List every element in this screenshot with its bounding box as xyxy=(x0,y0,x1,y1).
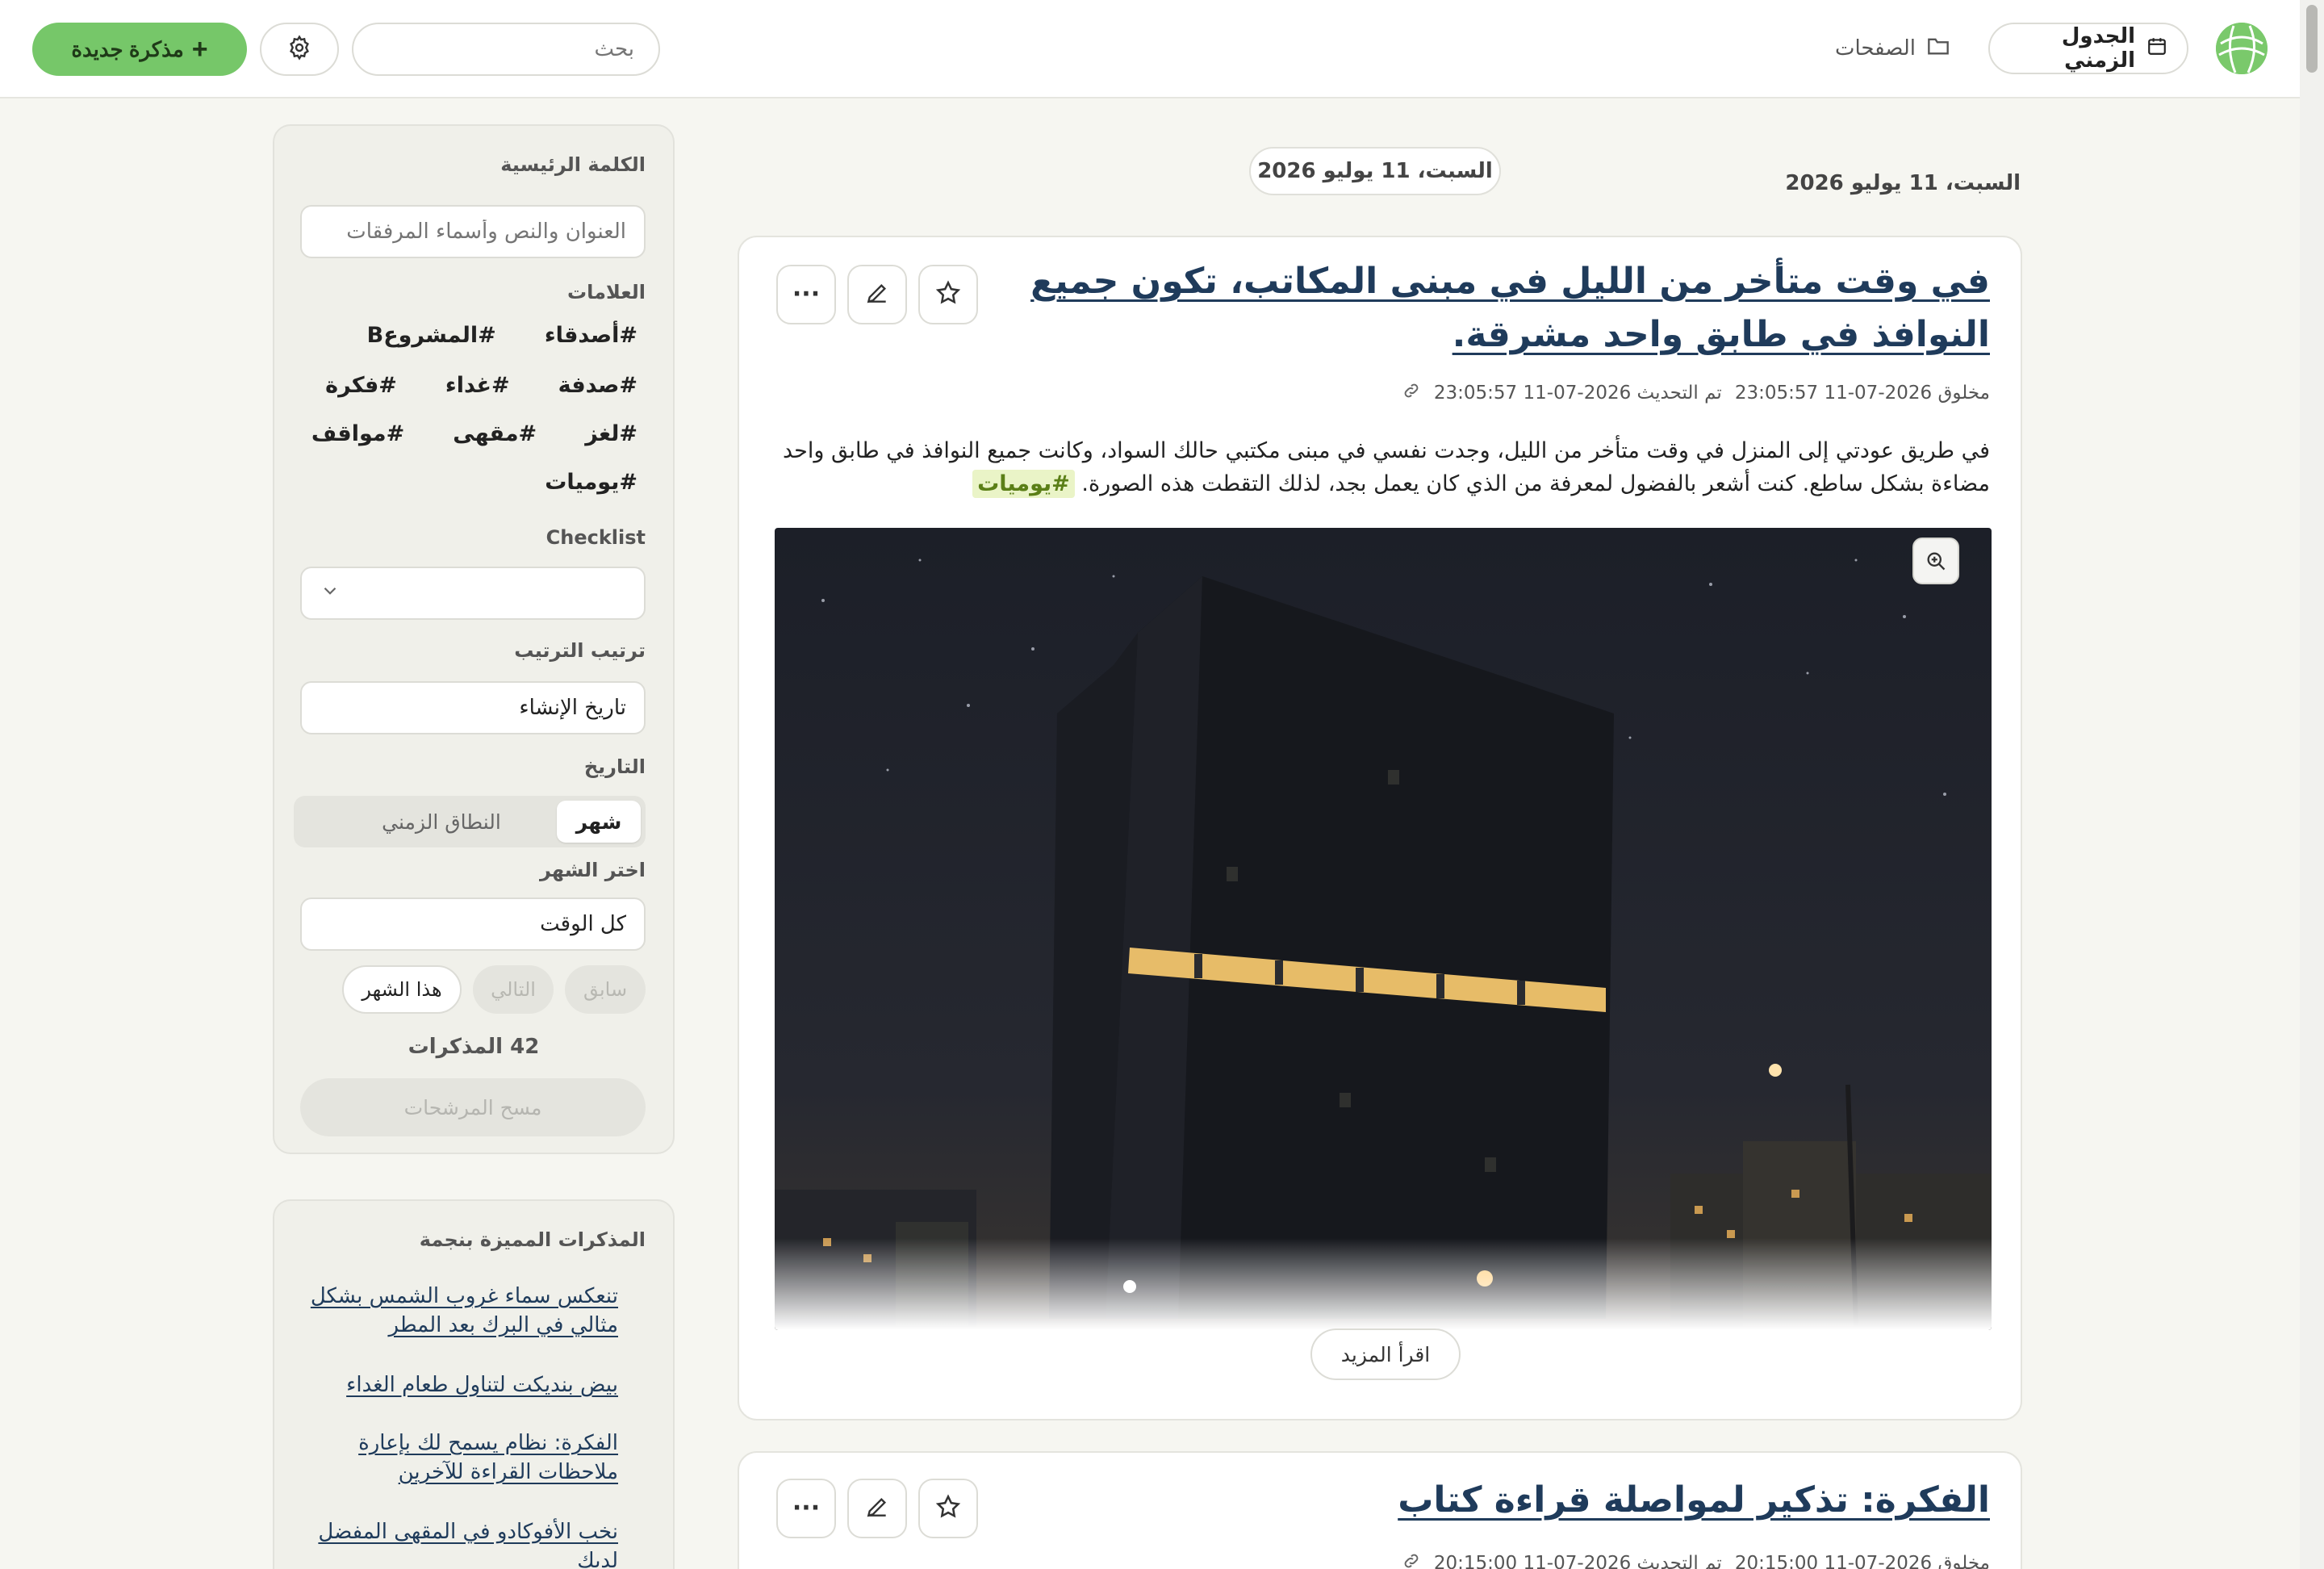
month-value: كل الوقت xyxy=(540,912,626,936)
next-month-button[interactable]: التالي xyxy=(473,965,554,1014)
previous-month-label: سابق xyxy=(583,978,628,1001)
updated-timestamp: تم التحديث 2026-07-11 23:05:57 xyxy=(1433,383,1722,404)
tag-filter[interactable]: #أصدقاء xyxy=(545,323,637,348)
more-icon: ··· xyxy=(792,1494,821,1522)
next-month-label: التالي xyxy=(491,978,536,1001)
tag-row: #يوميات xyxy=(545,470,637,495)
starred-note-link[interactable]: تنعكس سماء غروب الشمس بشكل مثالي في البر… xyxy=(307,1282,618,1340)
new-note-label: مذكرة جديدة xyxy=(71,36,184,61)
note-body: في طريق عودتي إلى المنزل في وقت متأخر من… xyxy=(770,434,1990,500)
sort-select[interactable]: تاريخ الإنشاء xyxy=(300,681,646,734)
more-options-button[interactable]: ··· xyxy=(776,265,836,324)
scrollbar-thumb[interactable] xyxy=(2306,5,2318,73)
date-chip: السبت، 11 يوليو 2026 xyxy=(1249,147,1501,195)
pencil-icon xyxy=(864,280,890,309)
tag-filter[interactable]: #لغز xyxy=(585,421,637,446)
folder-icon xyxy=(1927,36,1950,62)
top-bar: الجدول الزمني الصفحات + مذكرة جديدة xyxy=(0,0,2300,98)
note-tag[interactable]: #يوميات xyxy=(972,470,1075,498)
tag-filter[interactable]: #مواقف xyxy=(311,421,404,446)
zoom-in-icon xyxy=(1925,550,1947,572)
zoom-image-button[interactable] xyxy=(1912,538,1959,584)
date-mode-toggle: شهر النطاق الزمني xyxy=(294,796,646,847)
gear-icon xyxy=(286,35,312,64)
link-icon[interactable] xyxy=(1402,1551,1421,1569)
calendar-icon xyxy=(2146,36,2167,62)
star-button[interactable] xyxy=(918,1479,978,1538)
note-photo[interactable] xyxy=(775,528,1992,1330)
tag-filter[interactable]: #يوميات xyxy=(545,470,637,495)
more-options-button[interactable]: ··· xyxy=(776,1479,836,1538)
tag-filter[interactable]: #المشروعB xyxy=(367,323,496,348)
sort-label: ترتيب الترتيب xyxy=(514,639,646,662)
tag-filter[interactable]: #صدفة xyxy=(558,373,637,398)
tag-row: #لغز #مقهى #مواقف xyxy=(311,421,637,446)
starred-note-link[interactable]: بيض بنديكت لتناول طعام الغداء xyxy=(307,1370,618,1400)
clear-filters-label: مسح المرشحات xyxy=(403,1095,542,1119)
note-meta: مخلوق 2026-07-11 23:05:57 تم التحديث 202… xyxy=(1402,381,1990,405)
read-more-button[interactable]: اقرأ المزيد xyxy=(1310,1328,1461,1380)
checklist-select[interactable] xyxy=(300,567,646,620)
timeline-nav-label: الجدول الزمني xyxy=(2061,24,2135,73)
month-select[interactable]: كل الوقت xyxy=(300,897,646,951)
created-timestamp: مخلوق 2026-07-11 20:15:00 xyxy=(1734,1553,1990,1569)
office-building-night-image xyxy=(775,528,1992,1330)
timeline-nav-button[interactable]: الجدول الزمني xyxy=(1988,23,2188,74)
tag-filter[interactable]: #فكرة xyxy=(325,373,397,398)
clear-filters-button[interactable]: مسح المرشحات xyxy=(300,1078,646,1136)
note-title-link[interactable]: الفكرة: تذكير لمواصلة قراءة كتاب xyxy=(989,1474,1990,1527)
date-mode-month-label: شهر xyxy=(575,810,622,834)
date-chip-label: السبت، 11 يوليو 2026 xyxy=(1257,159,1493,183)
plus-icon: + xyxy=(191,34,208,65)
date-mode-range-label: النطاق الزمني xyxy=(382,810,501,834)
page-scrollbar[interactable] xyxy=(2300,0,2324,1569)
filter-panel: الكلمة الرئيسية العلامات #أصدقاء #المشرو… xyxy=(273,124,675,1154)
star-icon xyxy=(934,279,962,310)
chevron-down-icon xyxy=(320,580,341,607)
date-label: التاريخ xyxy=(583,755,646,778)
date-heading: السبت، 11 يوليو 2026 xyxy=(1785,171,2021,195)
star-icon xyxy=(934,1493,962,1524)
this-month-button[interactable]: هذا الشهر xyxy=(342,965,462,1014)
starred-heading: المذكرات المميزة بنجمة xyxy=(419,1228,646,1251)
note-count: 42 المذكرات xyxy=(408,1035,540,1059)
note-meta: مخلوق 2026-07-11 20:15:00 تم التحديث 202… xyxy=(1402,1551,1990,1569)
created-timestamp: مخلوق 2026-07-11 23:05:57 xyxy=(1734,383,1990,404)
more-icon: ··· xyxy=(792,280,821,308)
settings-button[interactable] xyxy=(260,23,339,76)
pages-nav-label: الصفحات xyxy=(1834,36,1916,61)
edit-button[interactable] xyxy=(847,1479,907,1538)
read-more-label: اقرأ المزيد xyxy=(1340,1342,1431,1366)
tag-filter[interactable]: #غداء xyxy=(445,373,510,398)
date-mode-month[interactable]: شهر xyxy=(557,801,641,843)
starred-note-link[interactable]: الفكرة: نظام يسمح لك بإعارة ملاحظات القر… xyxy=(307,1429,618,1487)
edit-button[interactable] xyxy=(847,265,907,324)
link-icon[interactable] xyxy=(1402,381,1421,405)
pages-nav-link[interactable]: الصفحات xyxy=(1835,23,1950,74)
tags-label: العلامات xyxy=(567,281,646,303)
month-label: اختر الشهر xyxy=(539,859,646,881)
keyword-input[interactable] xyxy=(300,205,646,258)
checklist-label: Checklist xyxy=(545,526,646,549)
starred-note-link[interactable]: نخب الأفوكادو في المقهى المفضل لديك xyxy=(307,1517,618,1569)
app-logo-icon[interactable] xyxy=(2216,23,2268,74)
starred-panel: المذكرات المميزة بنجمة تنعكس سماء غروب ا… xyxy=(273,1199,675,1569)
previous-month-button[interactable]: سابق xyxy=(565,965,646,1014)
star-button[interactable] xyxy=(918,265,978,324)
tag-row: #صدفة #غداء #فكرة xyxy=(325,373,637,398)
pencil-icon xyxy=(864,1494,890,1523)
search-input[interactable] xyxy=(352,23,660,76)
tag-filter[interactable]: #مقهى xyxy=(453,421,537,446)
note-body-text: في طريق عودتي إلى المنزل في وقت متأخر من… xyxy=(782,438,1990,496)
this-month-label: هذا الشهر xyxy=(362,978,442,1001)
updated-timestamp: تم التحديث 2026-07-11 20:15:00 xyxy=(1433,1553,1722,1569)
note-card: الفكرة: تذكير لمواصلة قراءة كتاب ··· مخل… xyxy=(738,1451,2022,1569)
note-card: في وقت متأخر من الليل في مبنى المكاتب، ت… xyxy=(738,236,2022,1420)
tag-row: #أصدقاء #المشروعB xyxy=(367,323,637,348)
new-note-button[interactable]: + مذكرة جديدة xyxy=(32,23,247,76)
keyword-label: الكلمة الرئيسية xyxy=(500,153,646,176)
date-mode-range[interactable]: النطاق الزمني xyxy=(294,810,557,834)
note-title-link[interactable]: في وقت متأخر من الليل في مبنى المكاتب، ت… xyxy=(989,255,1990,362)
sort-value: تاريخ الإنشاء xyxy=(519,696,626,720)
